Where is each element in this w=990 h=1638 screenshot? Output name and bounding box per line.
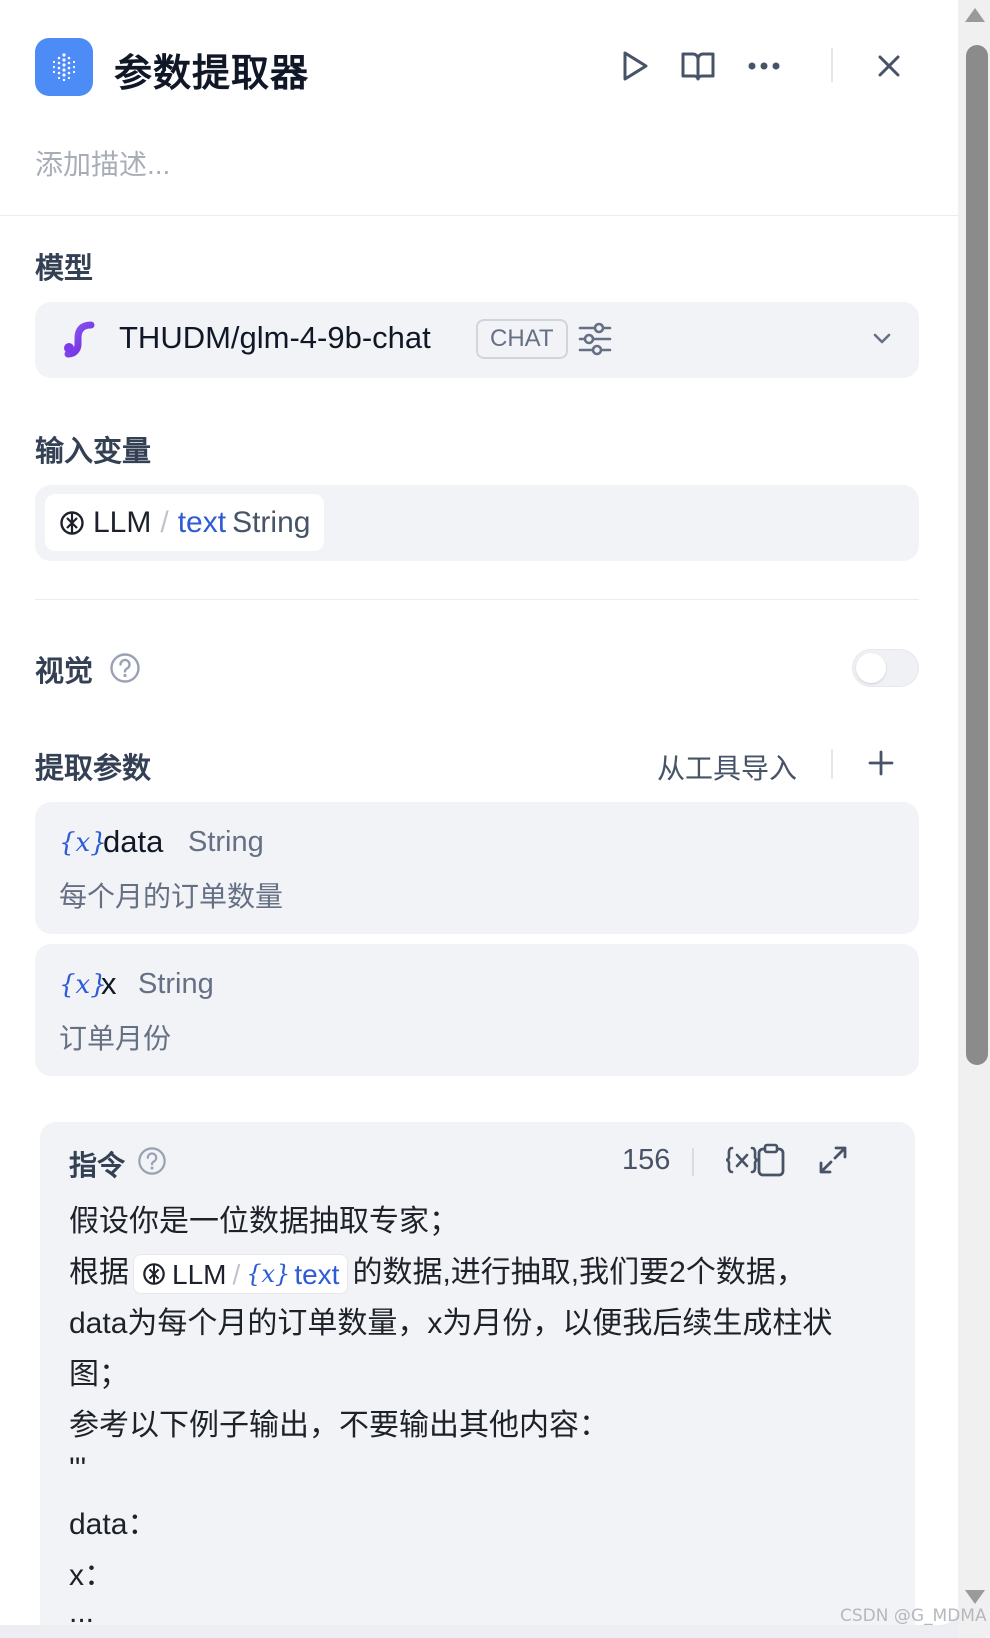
variable-name: text — [294, 1258, 340, 1290]
parameter-type: String — [138, 968, 214, 1000]
path-separator: / — [160, 505, 169, 539]
vertical-scrollbar[interactable] — [958, 0, 990, 1638]
variable-type: String — [232, 505, 311, 539]
instruction-label: 指令 — [69, 1150, 126, 1181]
more-horizontal-icon — [748, 62, 780, 70]
clipboard-icon — [757, 1143, 785, 1177]
instruction-help-icon[interactable] — [137, 1146, 167, 1176]
parameter-description: 每个月的订单数量 — [59, 881, 284, 912]
instruction-editor[interactable]: 指令 156 假设你是一位数据抽取专家； 根据 LLM / {x} text 的… — [40, 1122, 915, 1625]
llm-node-icon — [60, 510, 84, 535]
book-open-icon — [681, 52, 715, 81]
expand-icon — [819, 1146, 847, 1174]
more-options-button[interactable] — [742, 44, 786, 88]
parameter-type: String — [188, 826, 264, 858]
toolbar-divider — [831, 749, 833, 779]
vision-help-icon[interactable] — [109, 652, 141, 684]
variable-name: text — [177, 505, 227, 539]
model-selector[interactable]: THUDM/glm-4-9b-chat CHAT — [35, 302, 919, 378]
input-variable-selector[interactable]: LLM / text String — [35, 485, 919, 561]
close-icon — [878, 55, 900, 77]
node-panel: 参数提取器 添加描述... 模型 THUDM/glm-4-9b-chat CHA… — [0, 0, 958, 1625]
instruction-text: 的数据,进行抽取,我们要2个数据， — [352, 1256, 806, 1289]
header-divider — [831, 48, 833, 82]
chevron-down-icon — [873, 333, 891, 344]
variable-icon: {x} — [246, 1259, 291, 1288]
scrollbar-thumb[interactable] — [966, 45, 988, 1065]
plus-icon — [868, 750, 894, 776]
section-divider — [35, 599, 919, 600]
header-separator — [0, 215, 958, 216]
instruction-line: 参考以下例子输出，不要输出其他内容： — [69, 1409, 609, 1442]
description-input[interactable]: 添加描述... — [35, 143, 170, 183]
node-name: LLM — [93, 505, 152, 539]
model-mode-badge: CHAT — [476, 319, 568, 359]
instruction-line: x： — [69, 1559, 114, 1592]
close-button[interactable] — [867, 44, 911, 88]
instruction-line: 根据 LLM / {x} text 的数据,进行抽取,我们要2个数据， — [69, 1247, 889, 1298]
add-parameter-button[interactable] — [860, 742, 902, 784]
inline-variable-chip[interactable]: LLM / {x} text — [133, 1254, 349, 1295]
instruction-line: ... — [69, 1596, 95, 1626]
instruction-text: 根据 — [69, 1256, 129, 1289]
toggle-knob — [856, 653, 886, 683]
vision-toggle[interactable] — [852, 649, 919, 687]
param-extractor-node-icon — [35, 38, 93, 96]
scroll-up-arrow-icon[interactable] — [965, 8, 985, 22]
expand-button[interactable] — [811, 1138, 855, 1182]
parameter-item[interactable]: {x} data String 每个月的订单数量 — [35, 802, 919, 934]
toolbar-divider — [692, 1148, 694, 1176]
instruction-line: data为每个月的订单数量，x为月份，以便我后续生成柱状 — [69, 1307, 833, 1340]
parameter-name: x — [101, 966, 117, 1001]
run-button[interactable] — [613, 44, 657, 88]
model-section-label: 模型 — [35, 253, 94, 285]
parameter-item[interactable]: {x} x String 订单月份 — [35, 944, 919, 1076]
parameter-description: 订单月份 — [59, 1023, 172, 1054]
instruction-line: ''' — [69, 1452, 87, 1485]
input-vars-section-label: 输入变量 — [35, 436, 152, 468]
instruction-content[interactable]: 假设你是一位数据抽取专家； 根据 LLM / {x} text 的数据,进行抽取… — [69, 1196, 889, 1625]
variable-icon: {x} — [59, 970, 107, 1000]
instruction-line: 假设你是一位数据抽取专家； — [69, 1205, 459, 1238]
path-separator: / — [232, 1258, 241, 1290]
variable-reference-chip[interactable]: LLM / text String — [45, 494, 325, 551]
scroll-down-arrow-icon[interactable] — [965, 1590, 985, 1604]
model-params-settings-icon[interactable] — [577, 321, 613, 357]
copy-button[interactable] — [749, 1138, 793, 1182]
watermark: CSDN @G_MDMA — [840, 1606, 987, 1626]
character-count: 156 — [622, 1144, 671, 1176]
import-from-tool-button[interactable]: 从工具导入 — [657, 747, 797, 787]
vision-label: 视觉 — [35, 656, 94, 688]
instruction-line: data： — [69, 1508, 158, 1541]
variable-icon: {x} — [59, 828, 107, 858]
instruction-line: 图； — [69, 1358, 129, 1391]
model-name: THUDM/glm-4-9b-chat — [119, 320, 431, 355]
extract-params-section-label: 提取参数 — [35, 753, 152, 785]
play-icon — [623, 51, 648, 81]
parameter-name: data — [103, 824, 164, 859]
llm-node-icon — [143, 1263, 165, 1285]
help-docs-button[interactable] — [676, 44, 720, 88]
model-provider-logo-icon — [64, 321, 97, 358]
node-title[interactable]: 参数提取器 — [114, 42, 309, 97]
node-name: LLM — [172, 1258, 227, 1290]
